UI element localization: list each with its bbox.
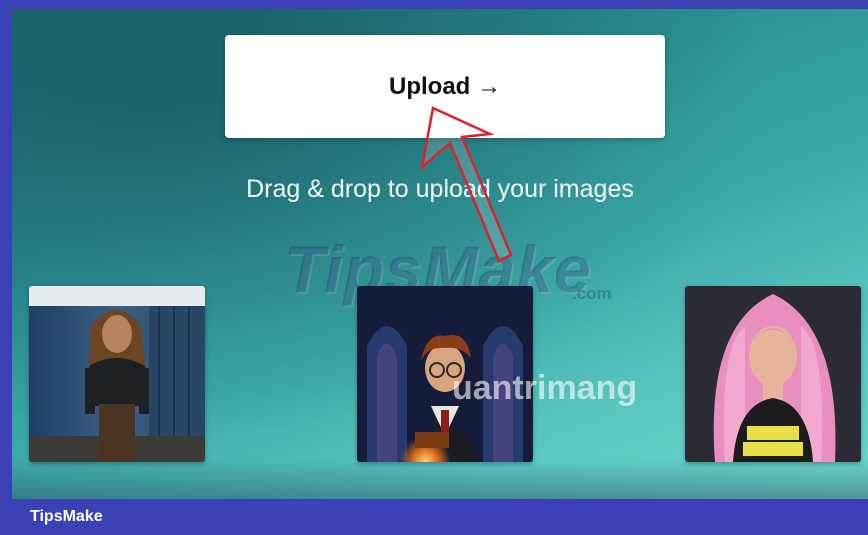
sample-image-wizard-boy-picture [357,286,533,462]
footer-brand: TipsMake [30,508,103,525]
drag-drop-hint: Drag & drop to upload your images [246,175,634,203]
upload-button-label: Upload → [389,72,501,100]
sample-image-woman[interactable] [29,286,205,462]
upload-dropzone[interactable]: Upload → Drag & drop to upload your imag… [12,9,868,499]
footer-bar: TipsMake [0,499,868,535]
sample-image-woman-picture [29,286,205,462]
upload-button[interactable]: Upload → [225,35,665,138]
sample-image-pink-hair[interactable] [685,286,861,462]
screenshot-frame: Upload → Drag & drop to upload your imag… [0,0,868,535]
sample-image-pink-hair-picture [685,286,861,462]
tipsmake-watermark-domain: .com [572,284,612,303]
sample-image-wizard-boy[interactable] [357,286,533,462]
